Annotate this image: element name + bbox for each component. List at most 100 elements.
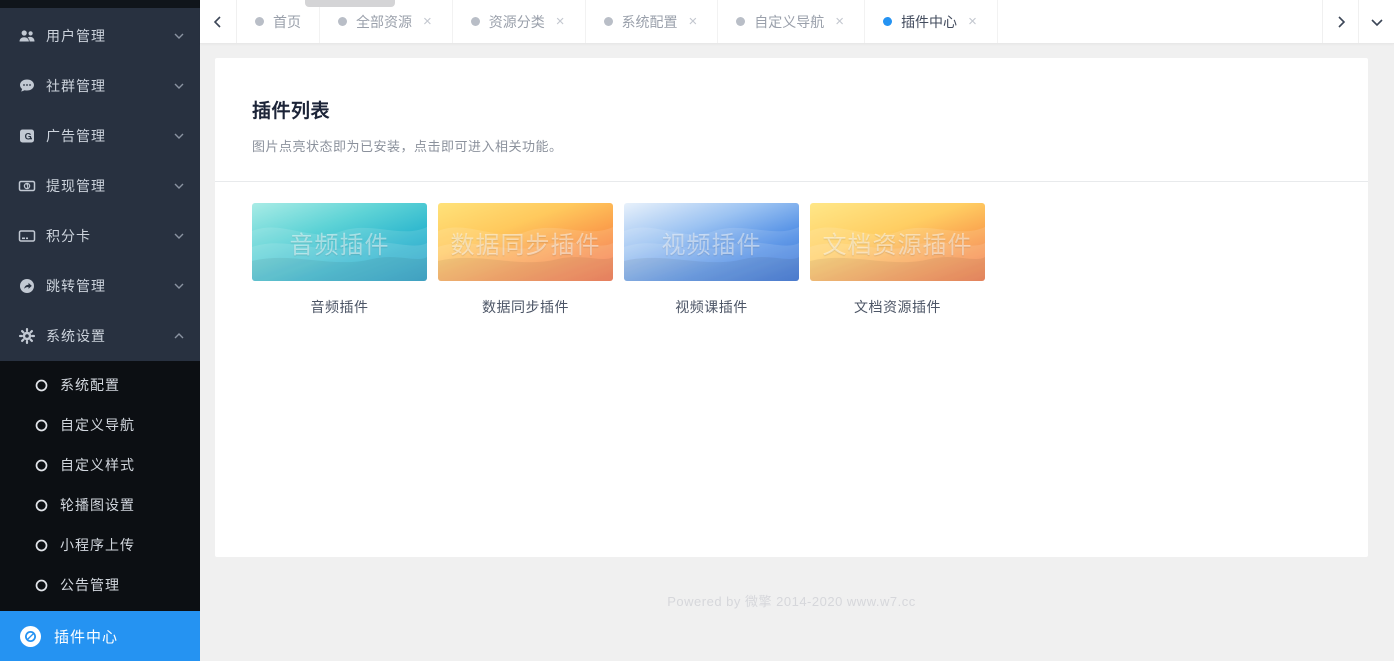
sidebar-submenu: 系统配置 自定义导航 自定义样式 轮播图设置 小程序上传 公告管理 [0, 361, 200, 661]
sidebar-item-label: 用户管理 [46, 26, 172, 46]
plugin-card-image: 文档资源插件 [810, 203, 985, 281]
tab-plugin-center[interactable]: 插件中心 × [865, 0, 998, 43]
sidebar-menu: 用户管理 社群管理 G 广告管理 [0, 8, 200, 361]
plugin-card-image: 音频插件 [252, 203, 427, 281]
circle-icon [34, 578, 48, 592]
sidebar-item-plugin-center[interactable]: 插件中心 [0, 611, 200, 661]
panel-header: 插件列表 图片点亮状态即为已安装，点击即可进入相关功能。 [215, 58, 1368, 182]
plugin-caption: 文档资源插件 [810, 297, 985, 317]
tab-custom-navigation[interactable]: 自定义导航 × [718, 0, 865, 43]
plugin-caption: 视频课插件 [624, 297, 799, 317]
tab-label: 插件中心 [901, 12, 957, 32]
tab-label: 系统配置 [622, 12, 678, 32]
tab-dot-icon [736, 17, 745, 26]
page-footer: Powered by 微擎 2014-2020 www.w7.cc [215, 557, 1368, 661]
copyright-watermark: Powered by 微擎 2014-2020 www.w7.cc [667, 591, 915, 610]
chevron-down-icon [172, 179, 186, 193]
plugin-card-audio[interactable]: 音频插件 音频插件 [252, 203, 427, 317]
chevron-up-icon [172, 329, 186, 343]
sidebar-item-label: 系统设置 [46, 326, 172, 346]
tab-dot-icon [604, 17, 613, 26]
gear-icon [18, 327, 36, 345]
sidebar-subitem-label: 公告管理 [60, 575, 120, 595]
content-area: 插件列表 图片点亮状态即为已安装，点击即可进入相关功能。 音频插件 [200, 44, 1394, 661]
tab-close-icon[interactable]: × [554, 13, 567, 30]
tab-dot-icon [338, 17, 347, 26]
ad-icon: G [18, 127, 36, 145]
plugin-cards: 音频插件 音频插件 数据同步插件 数据 [215, 182, 1368, 338]
sidebar-item-ad-management[interactable]: G 广告管理 [0, 111, 200, 161]
plugin-card-image: 视频插件 [624, 203, 799, 281]
tab-system-config[interactable]: 系统配置 × [586, 0, 719, 43]
tab-close-icon[interactable]: × [966, 13, 979, 30]
chat-icon [18, 77, 36, 95]
chevron-left-icon [211, 15, 225, 29]
sidebar-top-strip [0, 0, 200, 8]
plugin-image-text: 视频插件 [624, 203, 799, 281]
circle-icon [34, 498, 48, 512]
sidebar-subitem-custom-navigation[interactable]: 自定义导航 [0, 405, 200, 445]
sidebar-item-system-settings[interactable]: 系统设置 [0, 311, 200, 361]
chevron-down-icon [172, 229, 186, 243]
chevron-down-icon [172, 29, 186, 43]
sidebar-item-withdrawal-management[interactable]: 1 提现管理 [0, 161, 200, 211]
page-title: 插件列表 [252, 96, 1331, 123]
page-subtitle: 图片点亮状态即为已安装，点击即可进入相关功能。 [252, 136, 1331, 155]
top-drag-handle [305, 0, 395, 7]
tab-close-icon[interactable]: × [833, 13, 846, 30]
plugin-card-documents[interactable]: 文档资源插件 文档资源插件 [810, 203, 985, 317]
circle-icon [34, 378, 48, 392]
sidebar-item-community-management[interactable]: 社群管理 [0, 61, 200, 111]
circle-icon [34, 418, 48, 432]
svg-text:G: G [25, 132, 32, 142]
tab-label: 自定义导航 [754, 12, 824, 32]
sidebar-subitem-miniprogram-upload[interactable]: 小程序上传 [0, 525, 200, 565]
circle-icon [34, 458, 48, 472]
plugin-caption: 数据同步插件 [438, 297, 613, 317]
sidebar-subitem-custom-style[interactable]: 自定义样式 [0, 445, 200, 485]
chevron-down-icon [172, 279, 186, 293]
sidebar-item-label: 插件中心 [54, 626, 118, 647]
tab-resource-category[interactable]: 资源分类 × [453, 0, 586, 43]
plugin-image-text: 音频插件 [252, 203, 427, 281]
tab-dot-icon [471, 17, 480, 26]
sidebar-item-label: 跳转管理 [46, 276, 172, 296]
sidebar-item-user-management[interactable]: 用户管理 [0, 11, 200, 61]
tab-dot-icon [255, 17, 264, 26]
sidebar-item-points-card[interactable]: 积分卡 [0, 211, 200, 261]
main-area: 首页 全部资源 × 资源分类 × 系统配置 × [200, 0, 1394, 661]
sidebar-subitem-label: 轮播图设置 [60, 495, 135, 515]
sidebar-item-jump-management[interactable]: 跳转管理 [0, 261, 200, 311]
tab-label: 全部资源 [356, 12, 412, 32]
chevron-right-icon [1334, 15, 1348, 29]
sidebar-subitem-announcement-management[interactable]: 公告管理 [0, 565, 200, 605]
plugin-icon [18, 624, 42, 648]
plugin-card-data-sync[interactable]: 数据同步插件 数据同步插件 [438, 203, 613, 317]
circle-icon [34, 538, 48, 552]
sidebar-subitem-label: 系统配置 [60, 375, 120, 395]
money-icon: 1 [18, 177, 36, 195]
tabs-menu-button[interactable] [1358, 0, 1394, 43]
tab-close-icon[interactable]: × [421, 13, 434, 30]
svg-text:1: 1 [26, 183, 30, 190]
plugin-card-video[interactable]: 视频插件 视频课插件 [624, 203, 799, 317]
chevron-down-icon [1370, 15, 1384, 29]
sidebar-subitem-system-config[interactable]: 系统配置 [0, 365, 200, 405]
sidebar-subitem-label: 自定义样式 [60, 455, 135, 475]
app-window: 用户管理 社群管理 G 广告管理 [0, 0, 1394, 661]
tabs-scroll-left-button[interactable] [200, 0, 237, 43]
tabs-scroll-right-button[interactable] [1322, 0, 1358, 43]
plugin-card-image: 数据同步插件 [438, 203, 613, 281]
tab-label: 首页 [273, 12, 301, 32]
sidebar-subitem-carousel-settings[interactable]: 轮播图设置 [0, 485, 200, 525]
plugin-caption: 音频插件 [252, 297, 427, 317]
tab-label: 资源分类 [489, 12, 545, 32]
plugin-image-text: 文档资源插件 [810, 203, 985, 281]
sidebar-subitem-label: 自定义导航 [60, 415, 135, 435]
card-icon [18, 227, 36, 245]
sidebar: 用户管理 社群管理 G 广告管理 [0, 0, 200, 661]
plugin-image-text: 数据同步插件 [438, 203, 613, 281]
sidebar-item-label: 广告管理 [46, 126, 172, 146]
tab-close-icon[interactable]: × [687, 13, 700, 30]
sidebar-item-label: 提现管理 [46, 176, 172, 196]
